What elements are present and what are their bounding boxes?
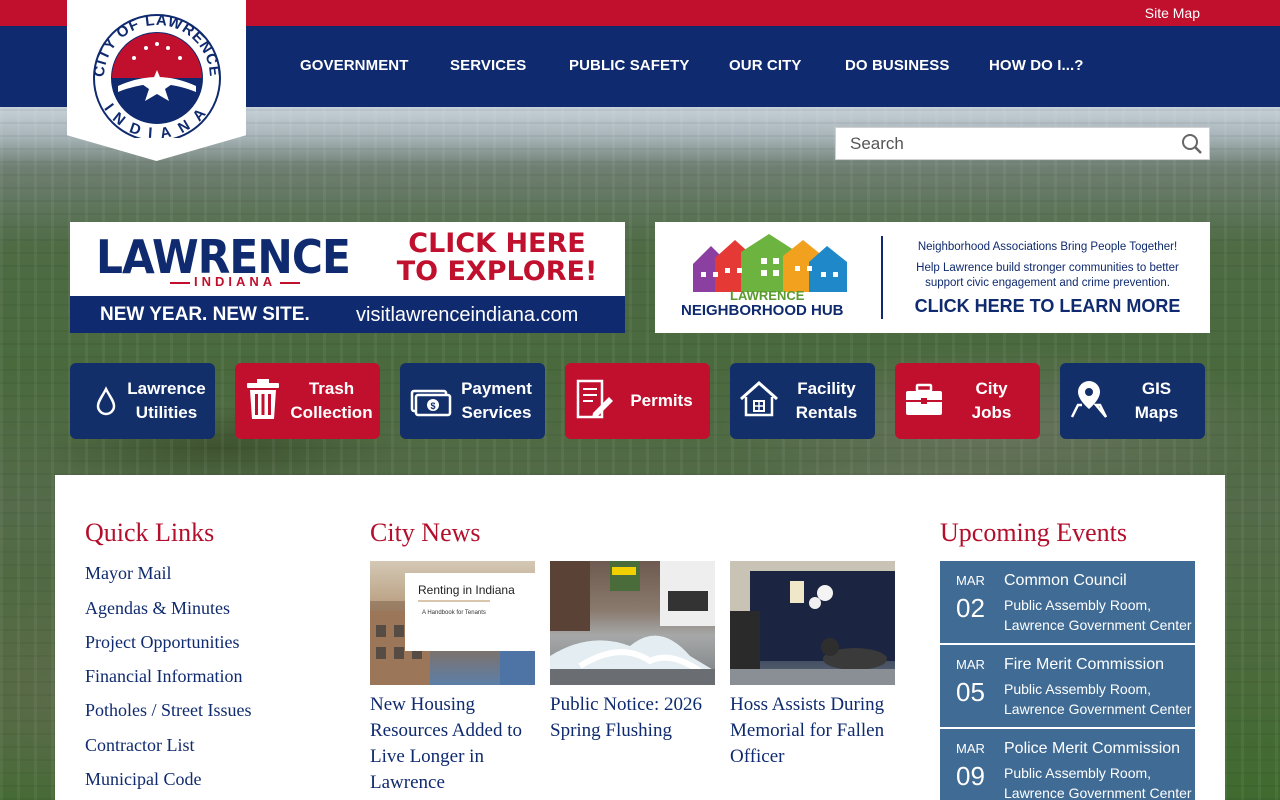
- nav-government[interactable]: GOVERNMENT: [300, 57, 409, 74]
- tile-label: Facility Rentals: [795, 379, 858, 422]
- nav-public-safety[interactable]: PUBLIC SAFETY: [569, 57, 689, 74]
- banner-strip: NEW YEAR. NEW SITE. visitlawrenceindiana…: [70, 296, 625, 333]
- site-map-link[interactable]: Site Map: [1145, 5, 1200, 21]
- tile-label: Payment Services: [461, 379, 532, 422]
- event-title: Common Council: [1004, 572, 1127, 589]
- quick-link-potholes[interactable]: Potholes / Street Issues: [85, 700, 252, 721]
- memorial-dog-image: [730, 561, 895, 685]
- search-box: [835, 127, 1210, 160]
- tile-lawrence-utilities[interactable]: Lawrence Utilities: [70, 363, 215, 439]
- hub-title-line-2: NEIGHBORHOOD HUB: [681, 302, 844, 319]
- event-item[interactable]: MAR 09 Police Merit Commission Public As…: [940, 729, 1195, 800]
- handbook-subtitle-text: A Handbook for Tenants: [422, 610, 486, 616]
- event-location: Public Assembly Room, Lawrence Government…: [1004, 681, 1192, 717]
- news-image-housing[interactable]: Renting in Indiana A Handbook for Tenant…: [370, 561, 535, 685]
- hub-headline: Neighborhood Associations Bring People T…: [917, 241, 1178, 253]
- banner-indiana-sub: INDIANA: [166, 274, 304, 289]
- colorful-houses-icon: [693, 234, 847, 292]
- quick-link-financial[interactable]: Financial Information: [85, 666, 242, 687]
- banner-tagline: NEW YEAR. NEW SITE.: [100, 304, 310, 325]
- news-title-flushing[interactable]: Public Notice: 2026 Spring Flushing: [550, 692, 720, 744]
- quick-link-municipal-code[interactable]: Municipal Code: [85, 769, 201, 790]
- tile-payment-services[interactable]: $ Payment Services: [400, 363, 545, 439]
- news-image-flushing[interactable]: [550, 561, 715, 685]
- tile-label: GIS Maps: [1134, 379, 1179, 422]
- neighborhood-hub-banner[interactable]: LAWRENCE NEIGHBORHOOD HUB Neighborhood A…: [655, 222, 1210, 333]
- event-day: 09: [956, 761, 985, 791]
- house-icon: [740, 380, 778, 417]
- search-icon[interactable]: [1181, 133, 1203, 155]
- tile-facility-rentals[interactable]: Facility Rentals: [730, 363, 875, 439]
- city-news-heading: City News: [370, 518, 481, 547]
- visit-lawrence-banner[interactable]: LAWRENCE INDIANA CLICK HERE TO EXPLORE! …: [70, 222, 625, 333]
- hydrant-water-image: [550, 561, 715, 685]
- city-seal-logo[interactable]: CITY OF LAWRENCE INDIANA: [88, 8, 226, 138]
- hub-desc-line-1: Help Lawrence build stronger communities…: [916, 262, 1179, 274]
- hub-title-line-1: LAWRENCE: [730, 288, 805, 303]
- quick-link-contractors[interactable]: Contractor List: [85, 735, 194, 756]
- quick-links-heading: Quick Links: [85, 518, 215, 547]
- tile-trash-collection[interactable]: Trash Collection: [235, 363, 380, 439]
- event-day: 02: [956, 593, 985, 623]
- money-icon: $: [410, 389, 452, 417]
- water-drop-icon: [96, 386, 116, 416]
- banner-url: visitlawrenceindiana.com: [356, 304, 579, 326]
- upcoming-events-heading: Upcoming Events: [940, 518, 1128, 547]
- tile-city-jobs[interactable]: City Jobs: [895, 363, 1040, 439]
- tile-gis-maps[interactable]: GIS Maps: [1060, 363, 1205, 439]
- event-month: MAR: [956, 573, 985, 588]
- nav-do-business[interactable]: DO BUSINESS: [845, 57, 949, 74]
- quick-link-agendas[interactable]: Agendas & Minutes: [85, 598, 230, 619]
- event-item[interactable]: MAR 02 Common Council Public Assembly Ro…: [940, 561, 1195, 643]
- cta-line-1: CLICK HERE: [408, 228, 586, 259]
- news-image-memorial[interactable]: [730, 561, 895, 685]
- trash-can-icon: [247, 379, 279, 419]
- document-pen-icon: [576, 379, 613, 419]
- event-title: Fire Merit Commission: [1004, 656, 1165, 673]
- briefcase-icon: [906, 383, 942, 415]
- event-item[interactable]: MAR 05 Fire Merit Commission Public Asse…: [940, 645, 1195, 727]
- nav-how-do-i[interactable]: HOW DO I...?: [989, 57, 1084, 74]
- search-input[interactable]: [836, 128, 1166, 159]
- nav-services[interactable]: SERVICES: [450, 57, 526, 74]
- hub-description: Help Lawrence build stronger communities…: [895, 261, 1200, 291]
- news-title-memorial[interactable]: Hoss Assists During Memorial for Fallen …: [730, 692, 900, 770]
- event-location: Public Assembly Room, Lawrence Government…: [1004, 765, 1192, 800]
- event-title: Police Merit Commission: [1004, 740, 1181, 757]
- svg-text:$: $: [430, 401, 435, 411]
- hub-desc-line-2: support civic engagement and crime preve…: [925, 277, 1170, 289]
- hub-divider: [881, 236, 883, 319]
- event-month: MAR: [956, 657, 985, 672]
- map-pin-icon: [1070, 381, 1108, 418]
- quick-link-mayor-mail[interactable]: Mayor Mail: [85, 563, 171, 584]
- tile-label: Lawrence Utilities: [127, 379, 206, 422]
- tile-label: Permits: [630, 391, 693, 410]
- tile-label: Trash Collection: [290, 379, 373, 422]
- tile-label: City Jobs: [971, 379, 1012, 422]
- handbook-title-text: Renting in Indiana: [418, 583, 515, 597]
- quick-link-projects[interactable]: Project Opportunities: [85, 632, 239, 653]
- tile-permits[interactable]: Permits: [565, 363, 710, 439]
- banner-explore-cta: CLICK HERE TO EXPLORE!: [382, 230, 612, 286]
- event-day: 05: [956, 677, 985, 707]
- event-location: Public Assembly Room, Lawrence Government…: [1004, 597, 1192, 633]
- event-month: MAR: [956, 741, 985, 756]
- cta-line-2: TO EXPLORE!: [396, 256, 598, 287]
- nav-our-city[interactable]: OUR CITY: [729, 57, 801, 74]
- news-title-housing[interactable]: New Housing Resources Added to Live Long…: [370, 692, 540, 796]
- hub-cta: CLICK HERE TO LEARN MORE: [914, 296, 1181, 316]
- housing-building-image: [370, 573, 535, 685]
